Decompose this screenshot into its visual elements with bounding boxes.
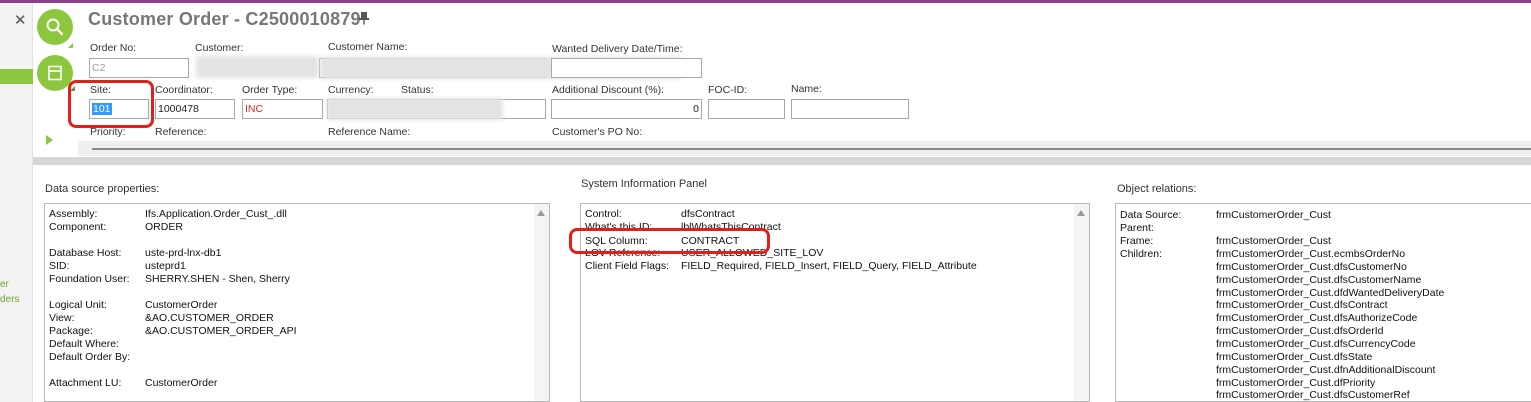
property-key: Control: (585, 208, 622, 220)
child-control-item: frmCustomerOrder_Cust.dfsState (1216, 350, 1373, 363)
child-control-item: frmCustomerOrder_Cust.dfnAdditionalDisco… (1216, 363, 1436, 376)
property-key: Default Order By: (49, 351, 131, 363)
search-options-indicator[interactable] (68, 43, 73, 48)
data-source-panel: Assembly: Ifs.Application.Order_Cust_.dll… (44, 203, 550, 402)
currency-label: Currency: (328, 84, 374, 96)
property-key: Package: (49, 325, 93, 337)
property-key: Frame: (1120, 235, 1154, 247)
additional-discount-field[interactable]: 0 (551, 99, 702, 119)
property-key: Foundation User: (49, 273, 130, 285)
search-icon (46, 18, 64, 36)
search-button[interactable] (37, 9, 73, 45)
property-value: CustomerOrder (145, 299, 218, 311)
navigator-item-partial[interactable]: ders (0, 294, 19, 305)
customer-name-label: Customer Name: (328, 41, 408, 53)
coordinator-label: Coordinator: (155, 84, 213, 96)
object-relations-panel: Data Source: frmCustomerOrder_Cust Parent:… (1115, 203, 1531, 402)
name-field[interactable] (791, 99, 909, 119)
order-type-field[interactable]: INC (242, 99, 323, 119)
property-value: ORDER (145, 221, 183, 233)
property-value: SHERRY.SHEN - Shen, Sherry (145, 273, 290, 285)
reference-label: Reference: (155, 126, 207, 138)
property-key: Database Host: (49, 247, 122, 259)
property-key: View: (49, 312, 75, 324)
property-value: CustomerOrder (145, 377, 218, 389)
object-relations-title: Object relations: (1117, 183, 1197, 195)
foc-id-field[interactable] (708, 99, 785, 119)
property-key: Logical Unit: (49, 299, 107, 311)
property-value: Ifs.Application.Order_Cust_.dll (145, 208, 287, 220)
play-arrow-icon[interactable] (46, 135, 53, 145)
system-info-scrollbar[interactable] (1074, 204, 1089, 401)
save-icon (48, 65, 62, 81)
property-key: Default Where: (49, 338, 120, 350)
property-key: Data Source: (1120, 209, 1182, 221)
child-control-item: frmCustomerOrder_Cust.dfsCustomerRef (1216, 389, 1410, 402)
site-highlight-box (68, 80, 154, 128)
reference-name-label: Reference Name: (328, 126, 411, 138)
child-control-item: frmCustomerOrder_Cust.dfsOrderId (1216, 325, 1384, 338)
property-key: SID: (49, 260, 70, 272)
child-control-item: frmCustomerOrder_Cust.dfsAuthorizeCode (1216, 312, 1418, 325)
coordinator-field[interactable]: 1000478 (155, 99, 235, 119)
property-key: Client Field Flags: (585, 260, 670, 272)
tab-strip-divider (92, 148, 1531, 150)
close-icon[interactable]: ✕ (14, 11, 27, 29)
property-value: &AO.CUSTOMER_ORDER_API (145, 325, 297, 337)
wanted-delivery-field[interactable] (551, 58, 702, 78)
order-type-label: Order Type: (242, 84, 298, 96)
property-value: frmCustomerOrder_Cust (1216, 209, 1331, 221)
system-info-title: System Information Panel (581, 178, 707, 190)
data-source-title: Data source properties: (45, 183, 160, 195)
left-navigator: ✕ er ders (0, 3, 33, 402)
property-value: frmCustomerOrder_Cust (1216, 235, 1331, 247)
sql-column-highlight-box (569, 228, 770, 254)
child-control-item: frmCustomerOrder_Cust.dfsCustomerName (1216, 273, 1422, 286)
panel-splitter[interactable] (33, 157, 1531, 165)
child-control-item: frmCustomerOrder_Cust.dfsCurrencyCode (1216, 337, 1416, 350)
child-control-item: frmCustomerOrder_Cust.dfdWantedDeliveryD… (1216, 286, 1445, 299)
property-value: uste-prd-lnx-db1 (145, 247, 222, 259)
pin-icon[interactable] (358, 11, 370, 25)
property-key: Parent: (1120, 222, 1154, 234)
order-no-field[interactable]: C2 (89, 58, 189, 78)
child-control-item: frmCustomerOrder_Cust.dfPriority (1216, 376, 1376, 389)
navigator-selected-item[interactable] (0, 69, 33, 84)
data-source-scrollbar[interactable] (534, 204, 549, 401)
navigator-item-partial[interactable]: er (0, 279, 9, 290)
foc-id-label: FOC-ID: (708, 84, 748, 96)
currency-status-redacted (327, 98, 503, 120)
scroll-up-icon[interactable] (1077, 210, 1085, 216)
property-value: FIELD_Required, FIELD_Insert, FIELD_Quer… (681, 260, 977, 272)
customer-field-redacted[interactable] (196, 56, 318, 78)
child-control-item: frmCustomerOrder_Cust.dfsContract (1216, 299, 1388, 312)
additional-discount-label: Additional Discount (%): (552, 84, 665, 96)
name-label: Name: (791, 83, 822, 95)
window-top-accent (0, 0, 1531, 3)
property-key: Assembly: (49, 208, 98, 220)
property-key: Attachment LU: (49, 377, 122, 389)
order-no-label: Order No: (90, 42, 137, 54)
property-value: &AO.CUSTOMER_ORDER (145, 312, 274, 324)
scroll-up-icon[interactable] (537, 210, 545, 216)
page-title: Customer Order - C2500010879 (88, 9, 361, 29)
status-label: Status: (401, 84, 434, 96)
customer-label: Customer: (195, 42, 244, 54)
property-key: Children: (1120, 248, 1163, 260)
child-control-item: frmCustomerOrder_Cust.ecmbsOrderNo (1216, 248, 1406, 260)
child-control-item: frmCustomerOrder_Cust.dfsCustomerNo (1216, 260, 1407, 273)
customers-po-label: Customer's PO No: (552, 126, 643, 138)
property-value: usteprd1 (145, 260, 186, 272)
wanted-delivery-label: Wanted Delivery Date/Time: (552, 43, 683, 55)
property-value: dfsContract (681, 208, 735, 220)
property-key: Component: (49, 221, 107, 233)
